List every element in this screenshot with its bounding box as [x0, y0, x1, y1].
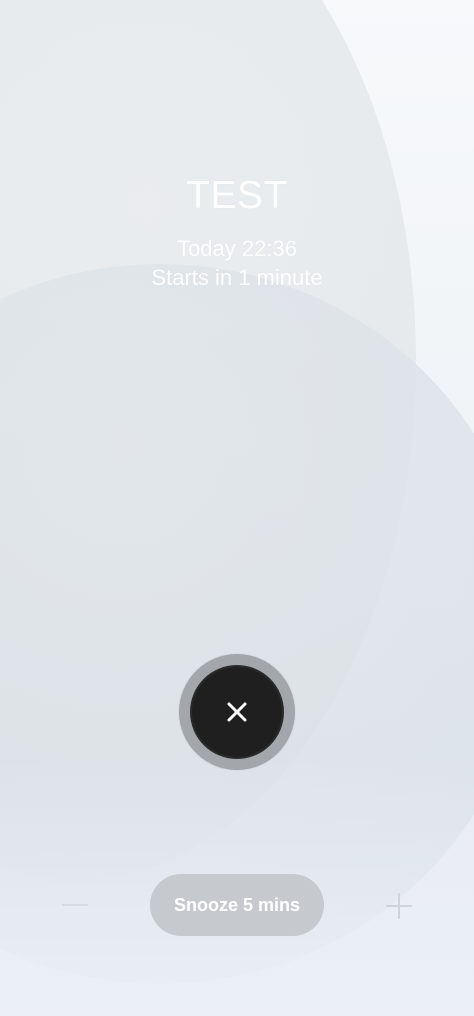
alarm-title: TEST [186, 174, 288, 217]
snooze-controls: Snooze 5 mins [0, 874, 474, 936]
close-icon [227, 702, 247, 722]
snooze-button[interactable]: Snooze 5 mins [150, 874, 324, 936]
plus-icon[interactable] [386, 893, 412, 919]
alarm-time: Today 22:36 [177, 236, 297, 261]
alarm-info: TEST Today 22:36 Starts in 1 minute [0, 170, 474, 292]
alarm-start-status: Starts in 1 minute [151, 265, 323, 290]
minus-icon[interactable] [62, 904, 88, 906]
dismiss-alarm-button[interactable] [190, 665, 284, 759]
alarm-screen: TEST Today 22:36 Starts in 1 minute Snoo… [0, 0, 474, 1016]
